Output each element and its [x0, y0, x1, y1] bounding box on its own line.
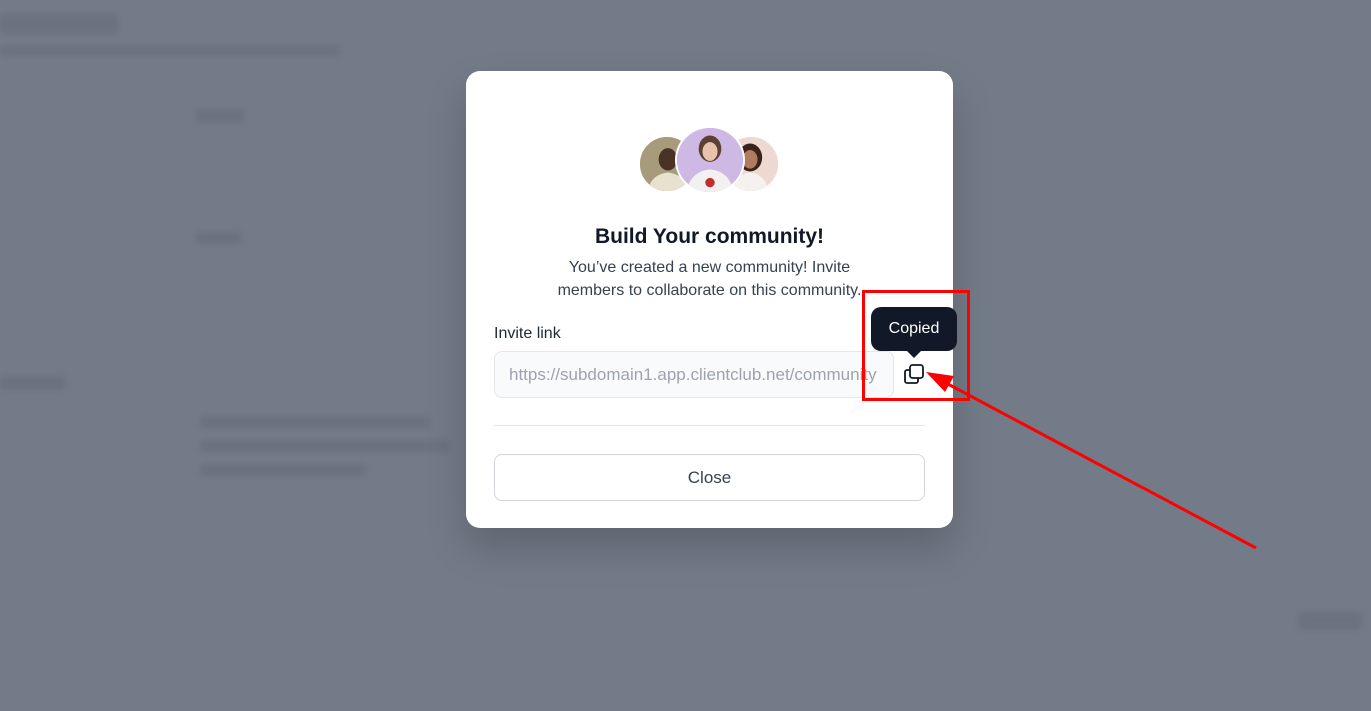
- avatar: [675, 126, 745, 194]
- blurred-paragraph-line: [200, 464, 366, 476]
- modal-title: Build Your community!: [594, 225, 825, 248]
- blurred-field-label: [196, 232, 242, 244]
- invite-link-label: Invite link: [494, 325, 561, 342]
- blurred-field-label: [196, 110, 244, 122]
- avatar-group: [638, 126, 784, 194]
- blurred-paragraph-line: [200, 440, 450, 452]
- blurred-page-subtitle: [0, 46, 340, 56]
- blurred-button: [1298, 612, 1362, 630]
- annotation-highlight-box: [862, 290, 970, 401]
- invite-link-input[interactable]: [494, 351, 894, 398]
- blurred-page-title: [0, 14, 118, 34]
- close-button[interactable]: Close: [494, 454, 925, 501]
- divider: [494, 425, 925, 426]
- blurred-section-title: [0, 376, 66, 390]
- blurred-paragraph-line: [200, 416, 430, 428]
- modal-subtitle: You’ve created a new community! Invite m…: [557, 259, 862, 299]
